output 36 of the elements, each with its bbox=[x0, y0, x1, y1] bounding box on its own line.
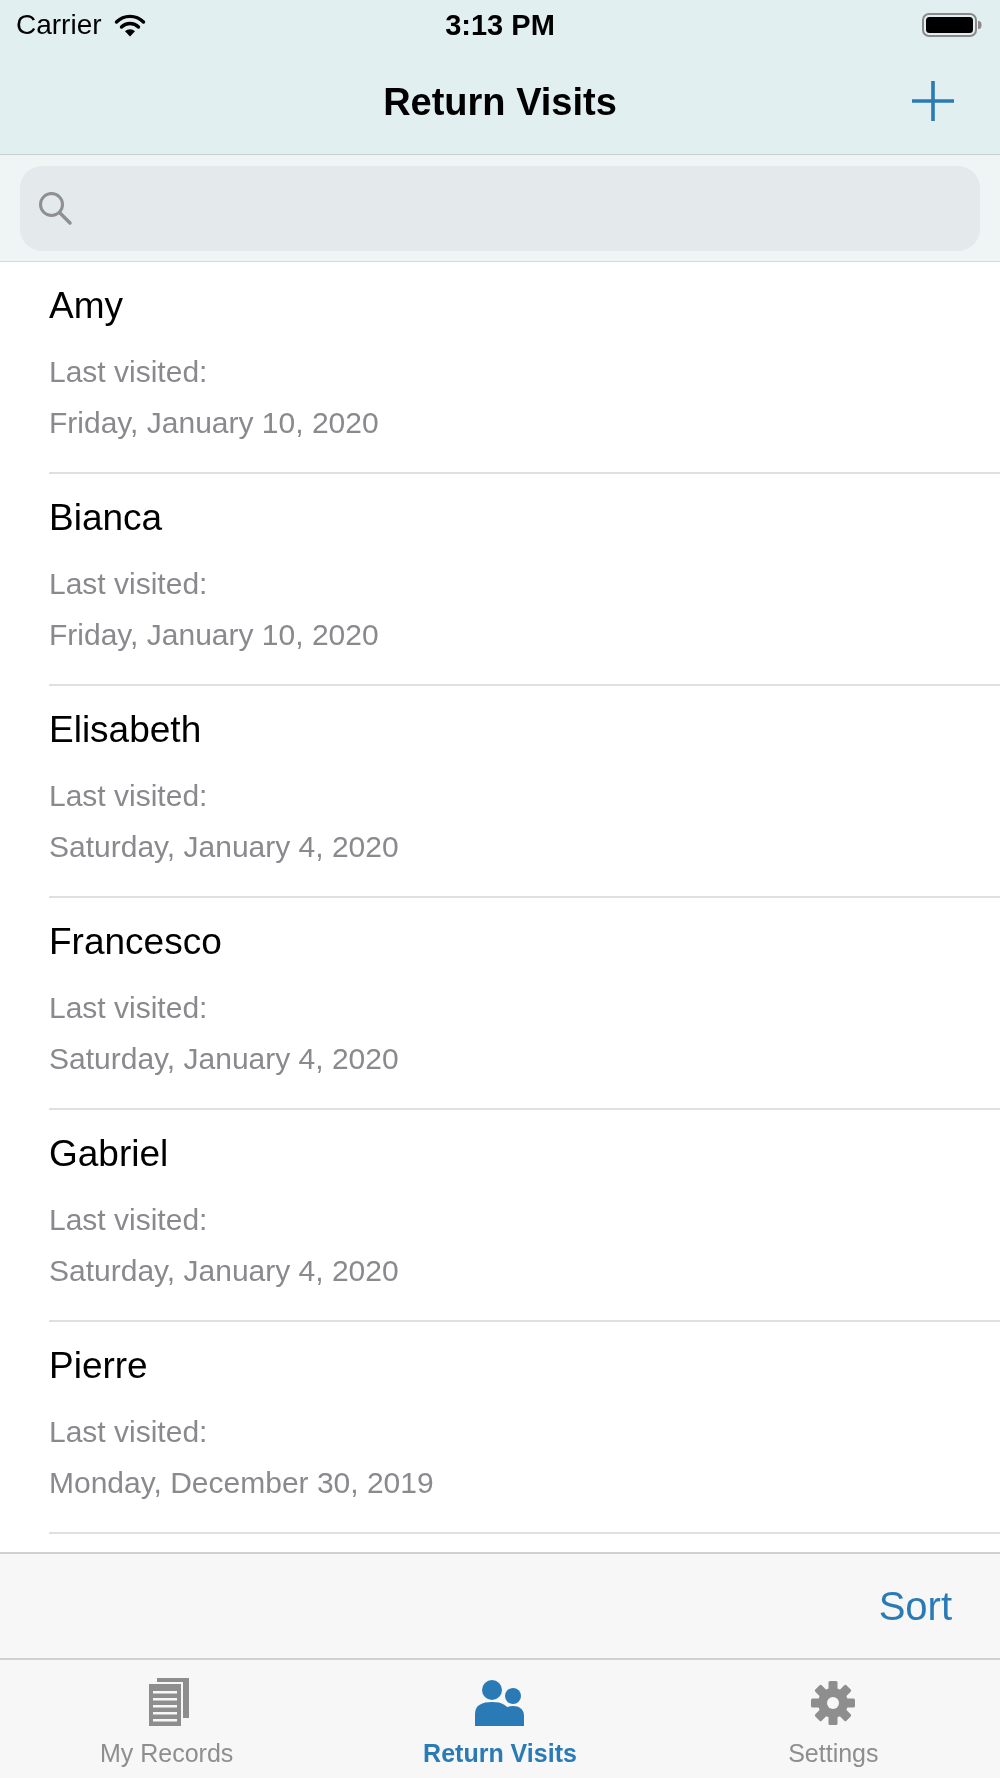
visit-date: Saturday, January 4, 2020 bbox=[49, 829, 399, 865]
visit-date: Saturday, January 4, 2020 bbox=[49, 1253, 399, 1289]
search-field[interactable] bbox=[20, 165, 980, 251]
people-icon bbox=[475, 1680, 525, 1726]
tab-bar-item[interactable]: Settings bbox=[666, 1660, 1000, 1778]
visit-name: Elisabeth bbox=[49, 708, 202, 752]
visit-date: Monday, December 30, 2019 bbox=[49, 1465, 434, 1501]
wifi-icon bbox=[113, 13, 146, 37]
last-visited-label: Last visited: bbox=[49, 990, 208, 1026]
screen-title: Return Visits bbox=[383, 80, 617, 125]
search-icon bbox=[38, 191, 72, 225]
tab-label: Settings bbox=[788, 1738, 879, 1768]
visit-name: Pierre bbox=[49, 1344, 148, 1388]
visit-date: Saturday, January 4, 2020 bbox=[49, 1041, 399, 1077]
carrier-label: Carrier bbox=[16, 8, 102, 42]
tab-label: My Records bbox=[99, 1738, 234, 1768]
last-visited-label: Last visited: bbox=[49, 566, 208, 602]
gear-icon bbox=[810, 1680, 857, 1726]
visit-name: Francesco bbox=[49, 920, 222, 964]
last-visited-label: Last visited: bbox=[49, 354, 208, 390]
visit-name: Amy bbox=[49, 284, 123, 328]
tab-bar-item[interactable]: My Records bbox=[0, 1660, 334, 1778]
last-visited-label: Last visited: bbox=[49, 778, 208, 814]
tab-bar-item[interactable]: Return Visits bbox=[333, 1660, 667, 1778]
sort-button[interactable]: Sort bbox=[878, 1582, 952, 1630]
last-visited-label: Last visited: bbox=[49, 1414, 208, 1450]
battery-icon bbox=[922, 13, 982, 37]
visit-date: Friday, January 10, 2020 bbox=[49, 405, 379, 441]
visit-name: Gabriel bbox=[49, 1132, 169, 1176]
plus-icon bbox=[912, 81, 954, 121]
tab-label: Return Visits bbox=[423, 1738, 577, 1768]
visit-name: Bianca bbox=[49, 496, 163, 540]
visit-date: Friday, January 10, 2020 bbox=[49, 617, 379, 653]
clock-time: 3:13 PM bbox=[445, 8, 555, 42]
last-visited-label: Last visited: bbox=[49, 1202, 208, 1238]
add-button[interactable] bbox=[910, 78, 956, 124]
